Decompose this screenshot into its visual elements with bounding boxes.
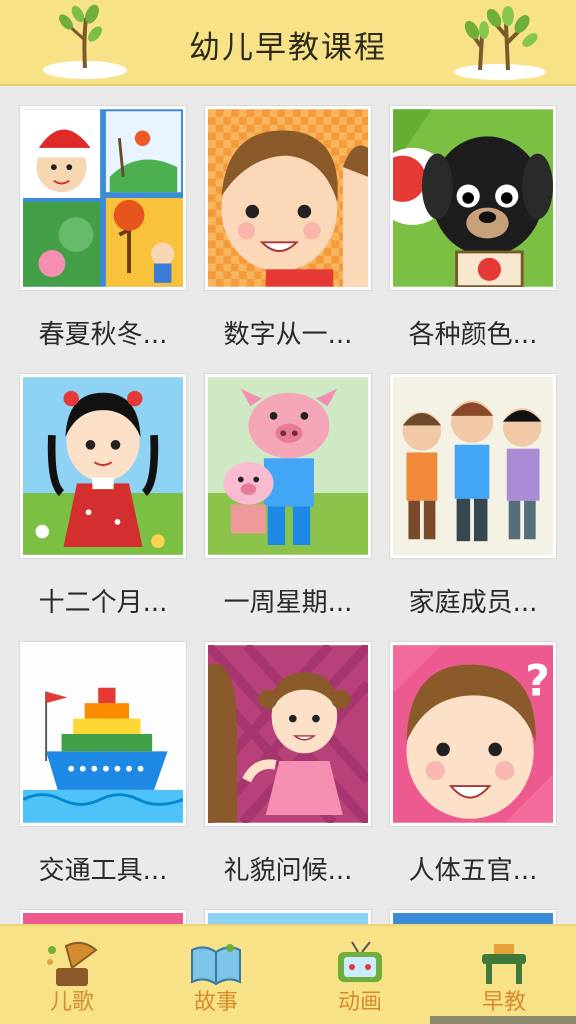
course-title: 十二个月...: [38, 588, 168, 618]
svg-text:?: ?: [525, 656, 550, 705]
tab-label: 动画: [337, 990, 382, 1015]
app-screen: 幼儿早教课程 春夏秋冬... 数字从一... 各种颜色... 十二个月... 一…: [0, 0, 576, 1024]
course-thumbnail[interactable]: [205, 910, 371, 924]
course-title: 家庭成员...: [408, 588, 538, 618]
bottom-tab-bar: 儿歌 故事 动画 早教: [0, 924, 576, 1024]
gramophone-icon: [47, 941, 98, 986]
desk-icon: [482, 944, 526, 984]
course-title: 春夏秋冬...: [38, 320, 168, 350]
header-bar: 幼儿早教课程: [0, 0, 576, 86]
tv-icon: [338, 941, 382, 982]
tab-early-education[interactable]: 早教: [432, 926, 576, 1024]
seasons-illustration: [23, 109, 183, 287]
course-thumbnail[interactable]: [390, 374, 556, 558]
course-grid: 春夏秋冬... 数字从一... 各种颜色... 十二个月... 一周星期... …: [0, 88, 576, 924]
tab-label: 早教: [481, 990, 526, 1015]
course-thumbnail[interactable]: [205, 374, 371, 558]
tree-decoration-icon: [454, 6, 546, 80]
course-thumbnail[interactable]: [20, 374, 186, 558]
course-title: 各种颜色...: [408, 320, 538, 350]
book-icon: [191, 944, 241, 986]
active-tab-indicator: [430, 1016, 576, 1024]
course-title: 数字从一...: [223, 320, 353, 350]
course-thumbnail[interactable]: [20, 106, 186, 290]
course-title: 交通工具...: [38, 856, 168, 886]
tab-label: 儿歌: [49, 990, 94, 1015]
course-thumbnail[interactable]: [390, 106, 556, 290]
tab-songs[interactable]: 儿歌: [0, 926, 144, 1024]
weekdays-illustration: [208, 377, 368, 555]
vehicles-illustration: [23, 645, 183, 823]
course-thumbnail[interactable]: [20, 642, 186, 826]
months-illustration: [23, 377, 183, 555]
course-thumbnail[interactable]: [205, 642, 371, 826]
course-title: 一周星期...: [223, 588, 353, 618]
colors-illustration: [393, 109, 553, 287]
course-thumbnail[interactable]: [390, 910, 556, 924]
family-illustration: [393, 377, 553, 555]
numbers-illustration: [208, 109, 368, 287]
senses-illustration: ?: [393, 645, 553, 823]
course-thumbnail[interactable]: ?: [390, 642, 556, 826]
greetings-illustration: [208, 645, 368, 823]
course-title: 人体五官...: [408, 856, 538, 886]
tab-cartoons[interactable]: 动画: [288, 926, 432, 1024]
course-thumbnail[interactable]: [20, 910, 186, 924]
tab-label: 故事: [193, 990, 238, 1015]
course-title: 礼貌问候...: [223, 856, 353, 886]
course-thumbnail[interactable]: [205, 106, 371, 290]
tab-stories[interactable]: 故事: [144, 926, 288, 1024]
